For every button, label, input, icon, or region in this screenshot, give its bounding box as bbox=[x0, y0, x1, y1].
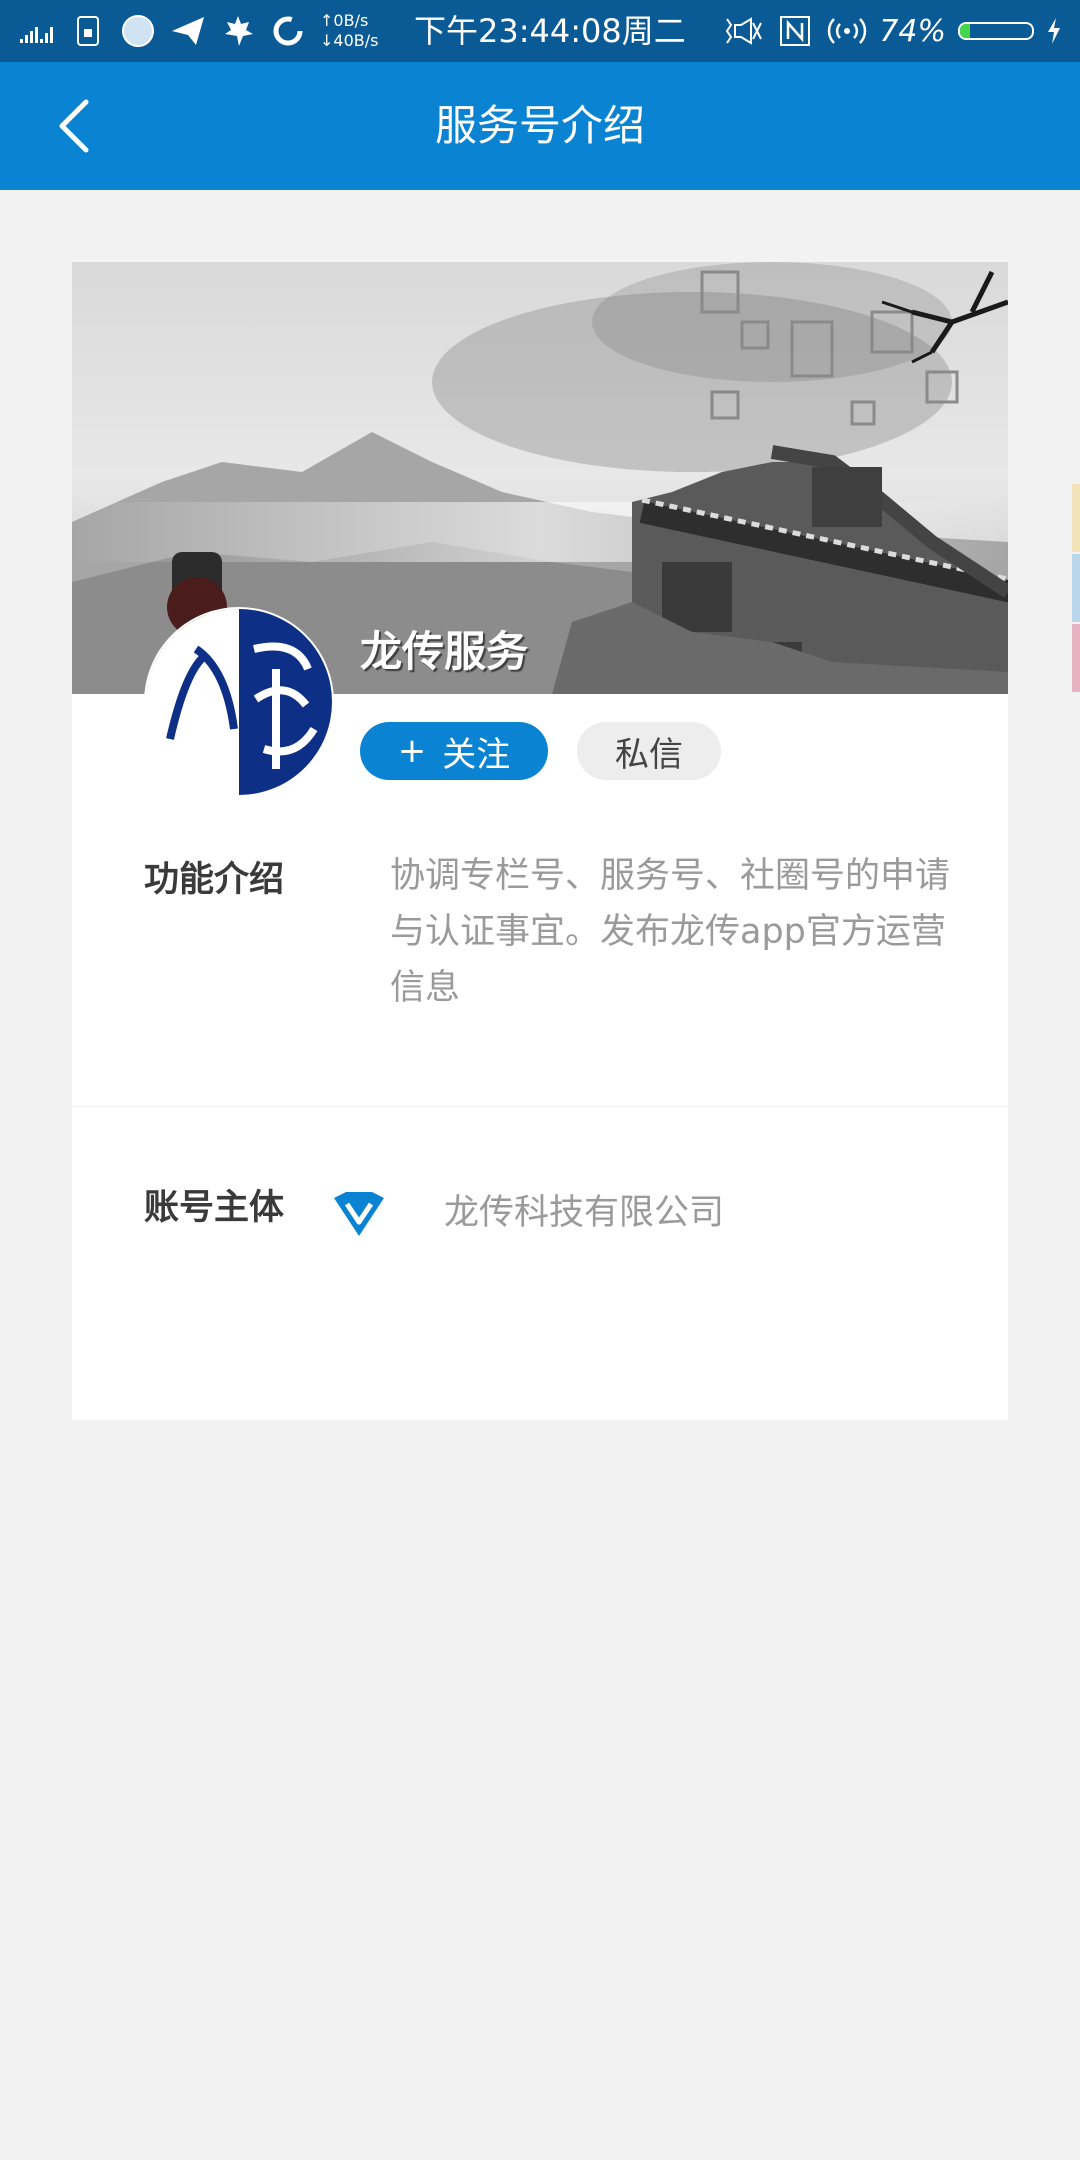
follow-button[interactable]: + 关注 bbox=[360, 722, 548, 780]
service-profile-card: 龙传服务 + 关注 私信 功能介绍 协调专栏号、服务号、社圈号的申请与认证事宜。… bbox=[72, 262, 1008, 1420]
app-circle-icon bbox=[118, 11, 158, 51]
status-left-icons: ↑0B/s ↓40B/s bbox=[18, 0, 378, 62]
app-header: 服务号介绍 bbox=[0, 62, 1080, 190]
vibrate-mute-icon bbox=[723, 11, 763, 51]
message-label: 私信 bbox=[615, 734, 683, 775]
page-title: 服务号介绍 bbox=[434, 101, 645, 150]
owner-label: 账号主体 bbox=[144, 1188, 285, 1228]
hotspot-icon bbox=[827, 11, 867, 51]
charging-icon bbox=[1046, 11, 1062, 51]
plus-icon: + bbox=[397, 731, 427, 771]
send-icon bbox=[168, 11, 208, 51]
service-avatar[interactable] bbox=[144, 607, 334, 797]
owner-company-name: 龙传科技有限公司 bbox=[444, 1193, 725, 1233]
sync-icon bbox=[268, 11, 308, 51]
signal-icon bbox=[18, 11, 58, 51]
battery-icon bbox=[958, 22, 1034, 40]
battery-level bbox=[960, 24, 970, 38]
follow-label: 关注 bbox=[442, 734, 511, 775]
network-speed: ↑0B/s ↓40B/s bbox=[320, 11, 378, 51]
battery-percent: 74% bbox=[879, 13, 946, 49]
status-bar: ↑0B/s ↓40B/s 下午23:44:08周二 74% bbox=[0, 0, 1080, 62]
status-time: 下午23:44:08周二 bbox=[414, 12, 686, 50]
section-divider bbox=[72, 1106, 1008, 1107]
maple-leaf-icon bbox=[218, 11, 258, 51]
edge-tab-yellow[interactable] bbox=[1072, 484, 1080, 552]
status-right-icons: 74% bbox=[723, 0, 1062, 62]
verified-v-icon bbox=[332, 1190, 386, 1238]
edge-tab-pink[interactable] bbox=[1072, 624, 1080, 692]
service-name: 龙传服务 bbox=[360, 627, 529, 676]
edge-tab-blue[interactable] bbox=[1072, 554, 1080, 622]
private-message-button[interactable]: 私信 bbox=[577, 722, 721, 780]
net-up-text: ↑0B/s bbox=[320, 11, 369, 30]
net-down-text: ↓40B/s bbox=[320, 31, 379, 50]
phone-lock-icon bbox=[68, 11, 108, 51]
intro-label: 功能介绍 bbox=[144, 860, 285, 900]
intro-text: 协调专栏号、服务号、社圈号的申请与认证事宜。发布龙传app官方运营信息 bbox=[390, 856, 951, 1008]
nfc-icon bbox=[775, 11, 815, 51]
